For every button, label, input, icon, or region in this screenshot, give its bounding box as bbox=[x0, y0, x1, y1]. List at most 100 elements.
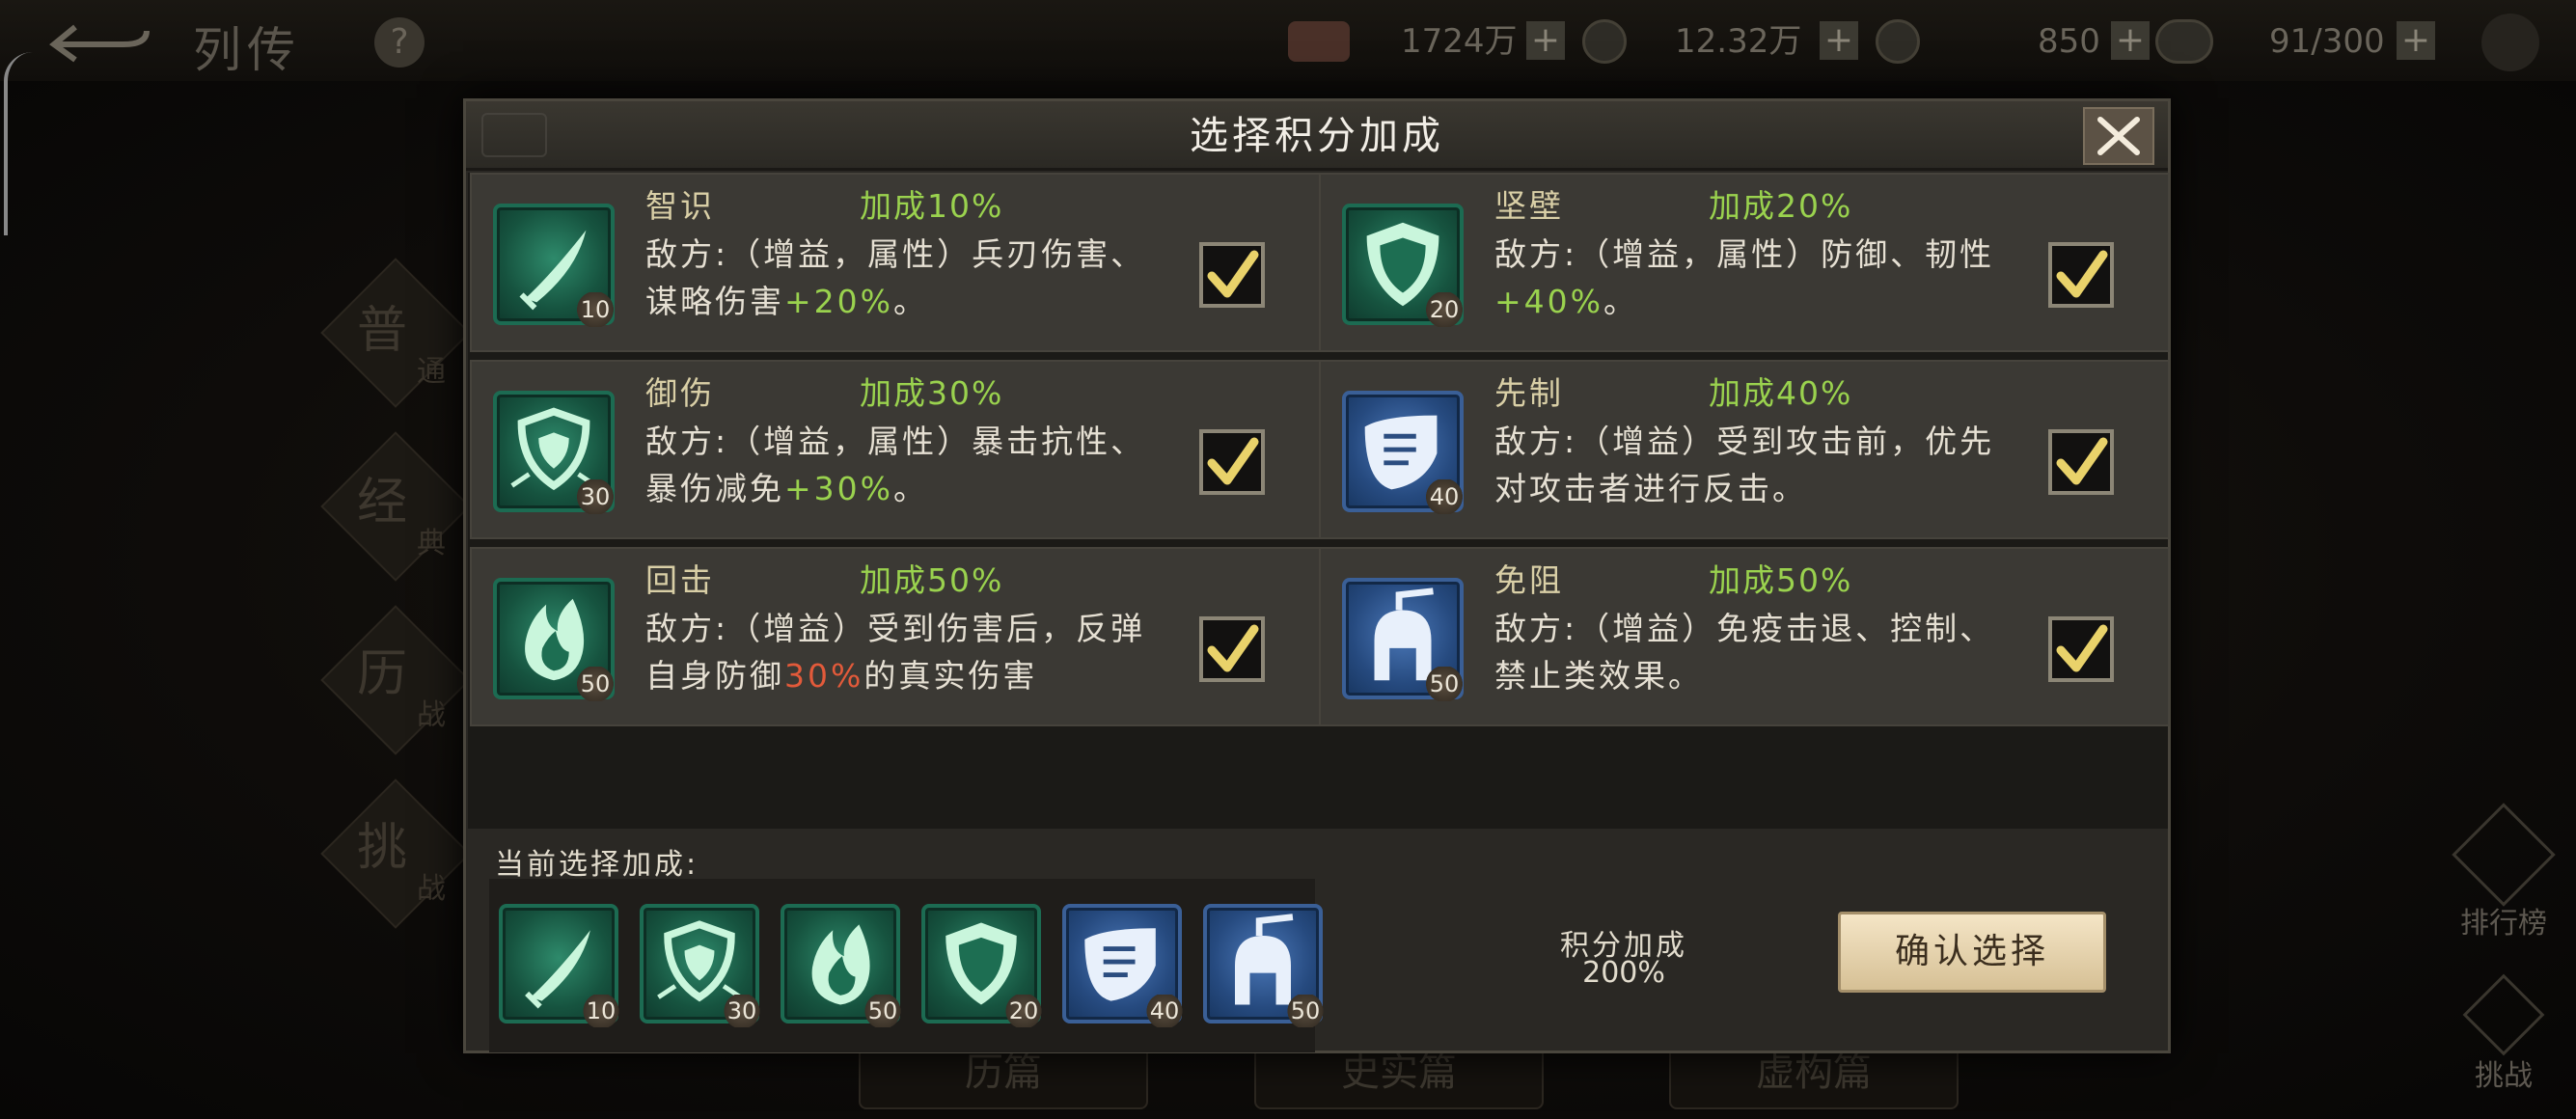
bonus-checkbox[interactable] bbox=[1199, 616, 1265, 682]
bonus-name: 回击 bbox=[645, 561, 715, 599]
bonus-card[interactable]: 50 回击 加成50% 敌方:（增益）受到伤害后，反弹自身防御30%的真实伤害 bbox=[470, 547, 1321, 726]
close-icon bbox=[2097, 117, 2140, 155]
bonus-description: 敌方:（增益，属性）兵刃伤害、谋略伤害+20%。 bbox=[645, 231, 1147, 325]
selected-level-badge: 20 bbox=[1004, 995, 1043, 1027]
bonus-card[interactable]: 20 坚壁 加成20% 敌方:（增益，属性）防御、韧性 +40%。 bbox=[1319, 173, 2170, 352]
bonus-percent: 加成30% bbox=[860, 374, 1004, 412]
bonus-checkbox[interactable] bbox=[1199, 429, 1265, 495]
add-resource-button[interactable]: + bbox=[1526, 21, 1565, 60]
selected-level-badge: 30 bbox=[723, 995, 761, 1027]
description-segment: +40% bbox=[1494, 283, 1603, 320]
dialog-title: 选择积分加成 bbox=[1190, 114, 1444, 158]
resource-value: 1724万 bbox=[1401, 22, 1518, 61]
bonus-description: 敌方:（增益）免疫击退、控制、禁止类效果。 bbox=[1494, 605, 1996, 699]
bonus-checkbox[interactable] bbox=[1199, 242, 1265, 308]
ranking-icon bbox=[2452, 803, 2556, 907]
bonus-card[interactable]: 30 御伤 加成30% 敌方:（增益，属性）暴击抗性、暴伤减免+30%。 bbox=[470, 360, 1321, 539]
bonus-card[interactable]: 10 智识 加成10% 敌方:（增益，属性）兵刃伤害、谋略伤害+20%。 bbox=[470, 173, 1321, 352]
side-tab-sublabel: 通 bbox=[417, 355, 446, 389]
bonus-level-badge: 10 bbox=[576, 292, 615, 327]
selected-level-badge: 40 bbox=[1145, 995, 1184, 1027]
bonus-description: 敌方:（增益）受到伤害后，反弹自身防御30%的真实伤害 bbox=[645, 605, 1147, 699]
menu-icon[interactable] bbox=[2481, 14, 2539, 71]
side-tab-label: 普 bbox=[357, 302, 408, 360]
cloud-token-icon bbox=[2155, 19, 2213, 64]
challenge-button[interactable]: 挑战 bbox=[2451, 973, 2557, 1094]
selected-level-badge: 50 bbox=[1286, 995, 1325, 1027]
add-resource-button[interactable]: + bbox=[2397, 21, 2435, 60]
ingot-icon bbox=[1288, 21, 1350, 62]
bonus-level-badge: 30 bbox=[576, 479, 615, 514]
bonus-card[interactable]: 40 先制 加成40% 敌方:（增益）受到攻击前，优先对攻击者进行反击。 bbox=[1319, 360, 2170, 539]
description-segment: 的真实伤害 bbox=[863, 657, 1038, 695]
checkmark-icon bbox=[2056, 250, 2108, 298]
bonus-icon-frame: 30 bbox=[493, 391, 615, 514]
description-segment: 敌方:（增益，属性）防御、韧性 bbox=[1494, 235, 1995, 273]
checkmark-icon bbox=[2056, 437, 2108, 485]
bonus-checkbox[interactable] bbox=[2048, 242, 2114, 308]
back-arrow-icon[interactable] bbox=[46, 17, 152, 66]
add-resource-button[interactable]: + bbox=[2111, 21, 2150, 60]
bonus-checkbox[interactable] bbox=[2048, 429, 2114, 495]
bonus-description: 敌方:（增益，属性）防御、韧性 +40%。 bbox=[1494, 231, 1996, 325]
checkmark-icon bbox=[2056, 624, 2108, 672]
crossed-swords-icon bbox=[2462, 973, 2545, 1056]
help-button[interactable]: ? bbox=[374, 17, 425, 68]
bonus-icon-frame: 40 bbox=[1342, 391, 1464, 514]
bonus-percent: 加成50% bbox=[1709, 561, 1853, 599]
bonus-name: 智识 bbox=[645, 187, 715, 225]
description-segment: 30% bbox=[784, 657, 864, 695]
bonus-percent: 加成10% bbox=[860, 187, 1004, 225]
bonus-description: 敌方:（增益，属性）暴击抗性、暴伤减免+30%。 bbox=[645, 418, 1147, 512]
resource-value: 12.32万 bbox=[1675, 22, 1802, 61]
side-tab-label: 挑 bbox=[357, 819, 408, 877]
side-tab-sublabel: 战 bbox=[417, 872, 446, 906]
description-segment: 敌方:（增益）免疫击退、控制、禁止类效果。 bbox=[1494, 610, 1995, 695]
bonus-card-grid: 10 智识 加成10% 敌方:（增益，属性）兵刃伤害、谋略伤害+20%。 20 坚壁 加成2… bbox=[468, 173, 2170, 829]
score-bonus-value: 200% bbox=[1582, 956, 1665, 990]
side-tab-label: 经 bbox=[357, 474, 408, 532]
selected-bonus-icon[interactable]: 50 bbox=[1203, 904, 1325, 1027]
bonus-card[interactable]: 50 免阻 加成50% 敌方:（增益）免疫击退、控制、禁止类效果。 bbox=[1319, 547, 2170, 726]
bonus-level-badge: 40 bbox=[1425, 479, 1464, 514]
add-resource-button[interactable]: + bbox=[1820, 21, 1858, 60]
selected-bonus-icon[interactable]: 50 bbox=[781, 904, 902, 1027]
description-segment: +20% bbox=[784, 283, 893, 320]
page-title: 列传 bbox=[193, 22, 301, 78]
copper-coin-icon bbox=[1582, 19, 1627, 64]
description-segment: 。 bbox=[893, 283, 928, 320]
bonus-percent: 加成50% bbox=[860, 561, 1004, 599]
bonus-icon-frame: 50 bbox=[493, 578, 615, 701]
bonus-name: 御伤 bbox=[645, 374, 715, 412]
selected-bonus-icon[interactable]: 10 bbox=[499, 904, 620, 1027]
challenge-label: 挑战 bbox=[2475, 1059, 2533, 1093]
bonus-name: 坚壁 bbox=[1494, 187, 1564, 225]
bonus-level-badge: 50 bbox=[1425, 667, 1464, 701]
selected-level-badge: 50 bbox=[863, 995, 902, 1027]
checkmark-icon bbox=[1207, 437, 1259, 485]
selected-level-badge: 10 bbox=[582, 995, 620, 1027]
jade-icon bbox=[1876, 19, 1920, 64]
ranking-button[interactable]: 排行榜 bbox=[2451, 803, 2557, 942]
description-segment: +30% bbox=[784, 470, 893, 507]
bonus-checkbox[interactable] bbox=[2048, 616, 2114, 682]
current-selection-label: 当前选择加成: bbox=[495, 848, 699, 882]
current-selection-strip: 10 30 50 20 40 50 bbox=[489, 879, 1325, 1052]
checkmark-icon bbox=[1207, 624, 1259, 672]
selected-bonus-icon[interactable]: 20 bbox=[921, 904, 1043, 1027]
bonus-percent: 加成20% bbox=[1709, 187, 1853, 225]
bonus-selection-dialog: 选择积分加成 10 智识 加成10% 敌方:（增益，属性）兵刃伤害、谋略伤害+20%。… bbox=[463, 98, 2171, 1053]
side-tab-label: 历 bbox=[357, 645, 408, 703]
description-segment: 敌方:（增益）受到攻击前，优先对攻击者进行反击。 bbox=[1494, 423, 1995, 507]
confirm-selection-button[interactable]: 确认选择 bbox=[1838, 912, 2106, 993]
bonus-name: 免阻 bbox=[1494, 561, 1564, 599]
side-tab-sublabel: 战 bbox=[417, 698, 446, 732]
selected-bonus-icon[interactable]: 30 bbox=[640, 904, 761, 1027]
side-tab-sublabel: 典 bbox=[417, 527, 446, 560]
selected-bonus-icon[interactable]: 40 bbox=[1062, 904, 1184, 1027]
bonus-level-badge: 20 bbox=[1425, 292, 1464, 327]
close-button[interactable] bbox=[2083, 107, 2154, 165]
bonus-percent: 加成40% bbox=[1709, 374, 1853, 412]
bonus-icon-frame: 20 bbox=[1342, 204, 1464, 327]
bonus-icon-frame: 50 bbox=[1342, 578, 1464, 701]
